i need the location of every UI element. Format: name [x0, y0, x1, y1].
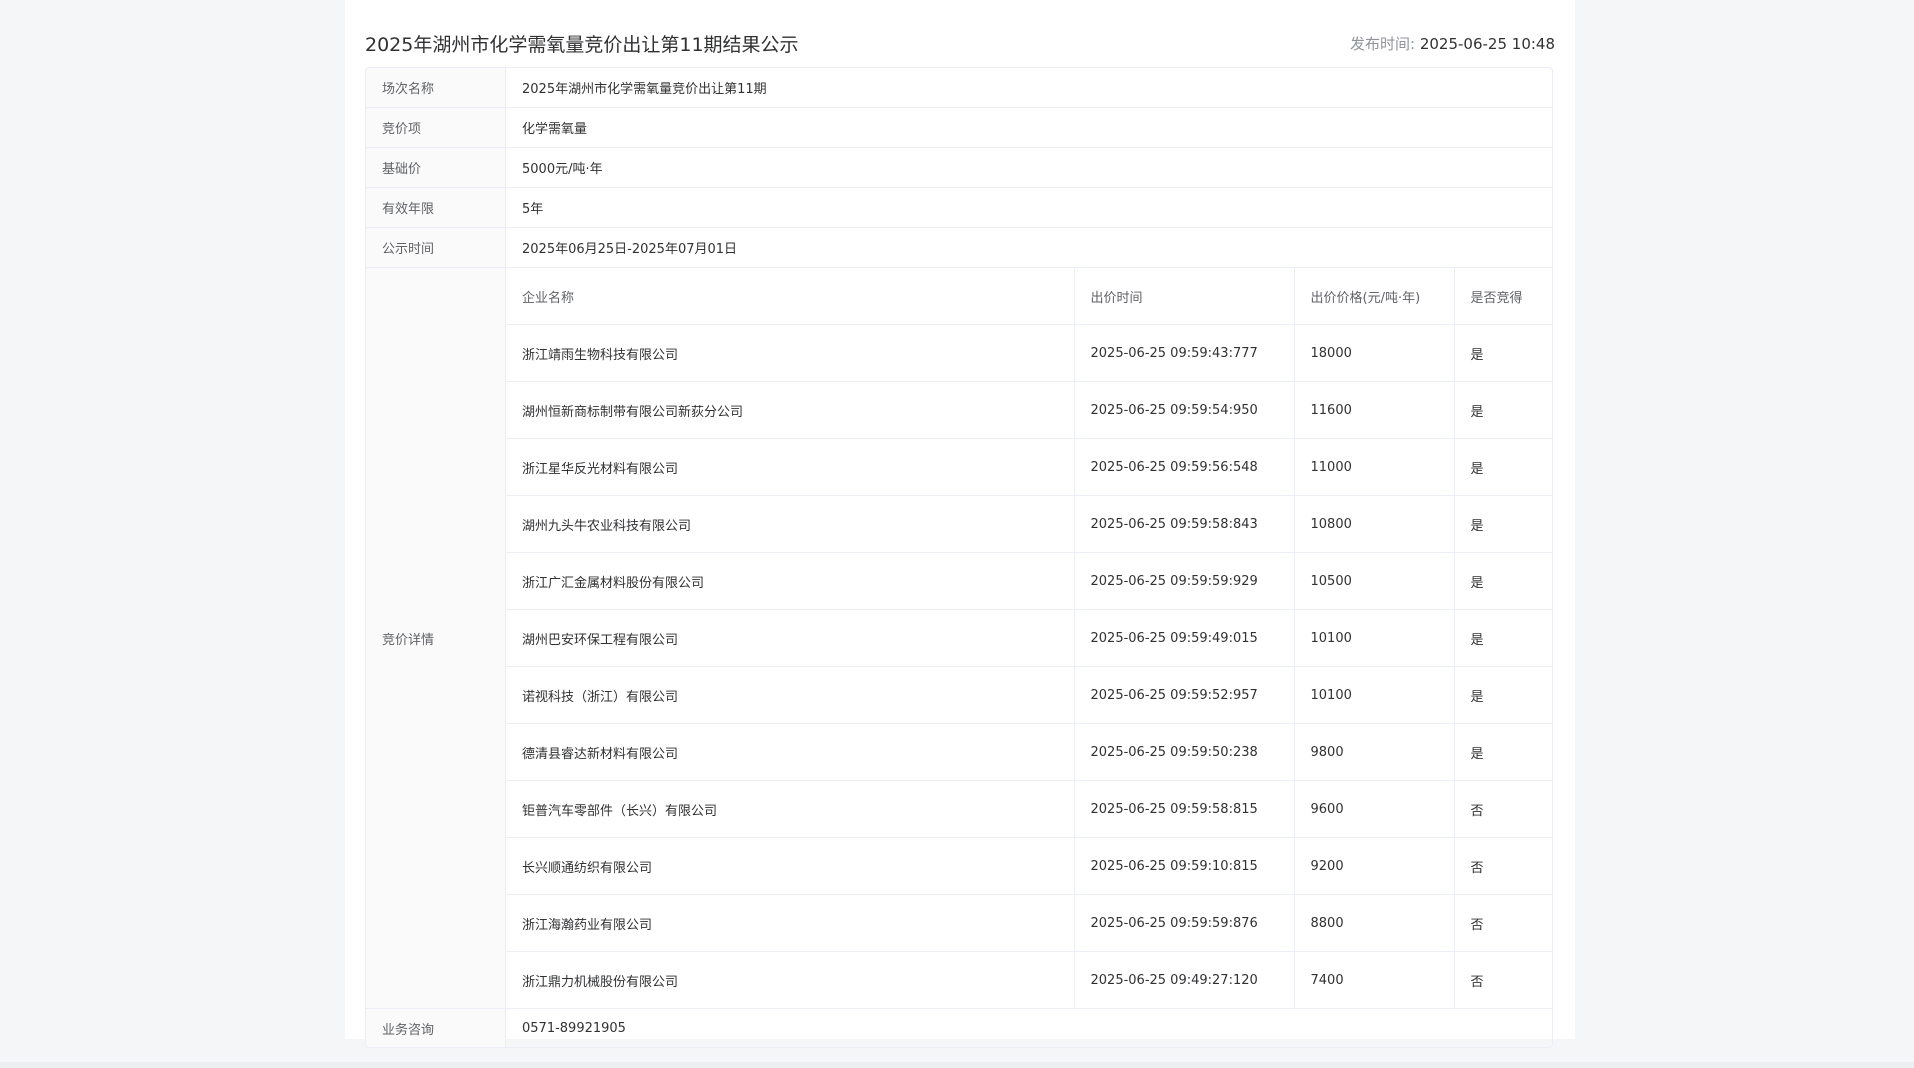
cell-bid-price: 9600 — [1294, 780, 1455, 838]
cell-bid-price: 18000 — [1294, 324, 1455, 382]
notice-header: 2025年湖州市化学需氧量竞价出让第11期结果公示 发布时间: 2025-06-… — [365, 28, 1555, 58]
info-value: 2025年06月25日-2025年07月01日 — [522, 242, 738, 257]
info-label: 竞价项 — [366, 108, 506, 147]
cell-bid-price: 10100 — [1294, 666, 1455, 724]
info-label: 有效年限 — [366, 188, 506, 227]
info-row-item: 竞价项 化学需氧量 — [366, 108, 1552, 148]
cell-company: 浙江海瀚药业有限公司 — [506, 894, 1075, 952]
cell-bid-time: 2025-06-25 09:59:58:843 — [1074, 495, 1295, 553]
cell-bid-price: 10100 — [1294, 609, 1455, 667]
info-row-notice-period: 公示时间 2025年06月25日-2025年07月01日 — [366, 228, 1552, 268]
table-row: 浙江靖雨生物科技有限公司 2025-06-25 09:59:43:777 18000… — [506, 324, 1552, 382]
cell-bid-price: 11000 — [1294, 438, 1455, 496]
cell-won: 是 — [1454, 324, 1552, 382]
cell-company: 长兴顺通纺织有限公司 — [506, 837, 1075, 895]
cell-bid-price: 9200 — [1294, 837, 1455, 895]
table-row: 浙江鼎力机械股份有限公司 2025-06-25 09:49:27:120 7400 否 — [506, 951, 1552, 1008]
table-row: 德清县睿达新材料有限公司 2025-06-25 09:59:50:238 9800 是 — [506, 723, 1552, 781]
col-header-won: 是否竞得 — [1454, 268, 1552, 325]
info-value: 5000元/吨·年 — [522, 162, 603, 177]
cell-bid-time: 2025-06-25 09:59:49:015 — [1074, 609, 1295, 667]
cell-company: 浙江鼎力机械股份有限公司 — [506, 951, 1075, 1008]
cell-company: 浙江星华反光材料有限公司 — [506, 438, 1075, 496]
col-header-bid-time: 出价时间 — [1074, 268, 1295, 325]
table-row: 诺视科技（浙江）有限公司 2025-06-25 09:59:52:957 10100… — [506, 666, 1552, 724]
info-label: 基础价 — [366, 148, 506, 187]
col-header-company: 企业名称 — [506, 268, 1075, 325]
info-card: 场次名称 2025年湖州市化学需氧量竞价出让第11期 竞价项 化学需氧量 基础价… — [365, 67, 1553, 1048]
cell-won: 是 — [1454, 381, 1552, 439]
publish-time-value: 2025-06-25 10:48 — [1419, 34, 1555, 53]
info-row-consult: 业务咨询 0571-89921905 — [366, 1009, 1552, 1047]
table-row: 浙江海瀚药业有限公司 2025-06-25 09:59:59:876 8800 否 — [506, 894, 1552, 952]
publish-time-label: 发布时间: — [1350, 34, 1420, 53]
cell-bid-time: 2025-06-25 09:59:59:876 — [1074, 894, 1295, 952]
cell-bid-time: 2025-06-25 09:59:56:548 — [1074, 438, 1295, 496]
cell-company: 浙江广汇金属材料股份有限公司 — [506, 552, 1075, 610]
cell-bid-price: 8800 — [1294, 894, 1455, 952]
cell-company: 德清县睿达新材料有限公司 — [506, 723, 1075, 781]
cell-won: 是 — [1454, 666, 1552, 724]
cell-won: 是 — [1454, 495, 1552, 553]
result-notice-page: 2025年湖州市化学需氧量竞价出让第11期结果公示 发布时间: 2025-06-… — [345, 0, 1575, 1048]
table-row: 湖州恒新商标制带有限公司新荻分公司 2025-06-25 09:59:54:950… — [506, 381, 1552, 439]
consult-phone: 0571-89921905 — [522, 1020, 626, 1036]
info-row-bid-details: 竞价详情 企业名称 出价时间 出价价格(元/吨·年) 是否竞得 浙江靖雨生物科技… — [366, 268, 1552, 1009]
cell-won: 是 — [1454, 723, 1552, 781]
col-header-bid-price: 出价价格(元/吨·年) — [1294, 268, 1455, 325]
info-value: 5年 — [522, 202, 544, 217]
cell-company: 诺视科技（浙江）有限公司 — [506, 666, 1075, 724]
info-row-validity: 有效年限 5年 — [366, 188, 1552, 228]
info-value: 2025年湖州市化学需氧量竞价出让第11期 — [522, 82, 767, 97]
cell-bid-time: 2025-06-25 09:49:27:120 — [1074, 951, 1295, 1008]
cell-bid-price: 11600 — [1294, 381, 1455, 439]
table-row: 浙江星华反光材料有限公司 2025-06-25 09:59:56:548 11000… — [506, 438, 1552, 496]
cell-company: 钜普汽车零部件（长兴）有限公司 — [506, 780, 1075, 838]
cell-bid-price: 7400 — [1294, 951, 1455, 1008]
page-title: 2025年湖州市化学需氧量竞价出让第11期结果公示 — [365, 33, 799, 56]
cell-bid-time: 2025-06-25 09:59:58:815 — [1074, 780, 1295, 838]
bid-table-body: 浙江靖雨生物科技有限公司 2025-06-25 09:59:43:777 18000… — [506, 324, 1552, 1008]
cell-bid-time: 2025-06-25 09:59:43:777 — [1074, 324, 1295, 382]
info-label: 竞价详情 — [366, 268, 506, 1008]
info-value: 化学需氧量 — [522, 122, 588, 137]
info-row-session: 场次名称 2025年湖州市化学需氧量竞价出让第11期 — [366, 68, 1552, 108]
cell-bid-time: 2025-06-25 09:59:50:238 — [1074, 723, 1295, 781]
table-row: 湖州九头牛农业科技有限公司 2025-06-25 09:59:58:843 1080… — [506, 495, 1552, 553]
cell-bid-price: 10800 — [1294, 495, 1455, 553]
cell-won: 否 — [1454, 780, 1552, 838]
bid-table-wrap: 企业名称 出价时间 出价价格(元/吨·年) 是否竞得 浙江靖雨生物科技有限公司 2… — [506, 268, 1552, 1008]
footer-band — [0, 1062, 1914, 1068]
table-row: 浙江广汇金属材料股份有限公司 2025-06-25 09:59:59:929 105… — [506, 552, 1552, 610]
cell-won: 否 — [1470, 974, 1484, 990]
cell-bid-price: 10500 — [1294, 552, 1455, 610]
table-row: 湖州巴安环保工程有限公司 2025-06-25 09:59:49:015 10100… — [506, 609, 1552, 667]
cell-won: 是 — [1454, 552, 1552, 610]
info-row-base-price: 基础价 5000元/吨·年 — [366, 148, 1552, 188]
cell-company: 湖州巴安环保工程有限公司 — [506, 609, 1075, 667]
info-label: 业务咨询 — [366, 1009, 506, 1047]
cell-won: 否 — [1454, 894, 1552, 952]
cell-won: 是 — [1454, 609, 1552, 667]
cell-bid-time: 2025-06-25 09:59:52:957 — [1074, 666, 1295, 724]
cell-company: 湖州九头牛农业科技有限公司 — [506, 495, 1075, 553]
cell-bid-price: 9800 — [1294, 723, 1455, 781]
cell-bid-time: 2025-06-25 09:59:59:929 — [1074, 552, 1295, 610]
bid-table: 企业名称 出价时间 出价价格(元/吨·年) 是否竞得 浙江靖雨生物科技有限公司 2… — [506, 268, 1552, 1008]
info-label: 场次名称 — [366, 68, 506, 107]
cell-won: 否 — [1454, 837, 1552, 895]
publish-time: 发布时间: 2025-06-25 10:48 — [1350, 33, 1555, 54]
cell-won: 是 — [1454, 438, 1552, 496]
table-row: 钜普汽车零部件（长兴）有限公司 2025-06-25 09:59:58:815 96… — [506, 780, 1552, 838]
table-row: 长兴顺通纺织有限公司 2025-06-25 09:59:10:815 9200 否 — [506, 837, 1552, 895]
cell-bid-time: 2025-06-25 09:59:10:815 — [1074, 837, 1295, 895]
info-label: 公示时间 — [366, 228, 506, 267]
cell-company: 浙江靖雨生物科技有限公司 — [506, 324, 1075, 382]
bid-table-header-row: 企业名称 出价时间 出价价格(元/吨·年) 是否竞得 — [506, 268, 1552, 325]
cell-company: 湖州恒新商标制带有限公司新荻分公司 — [506, 381, 1075, 439]
cell-bid-time: 2025-06-25 09:59:54:950 — [1074, 381, 1295, 439]
